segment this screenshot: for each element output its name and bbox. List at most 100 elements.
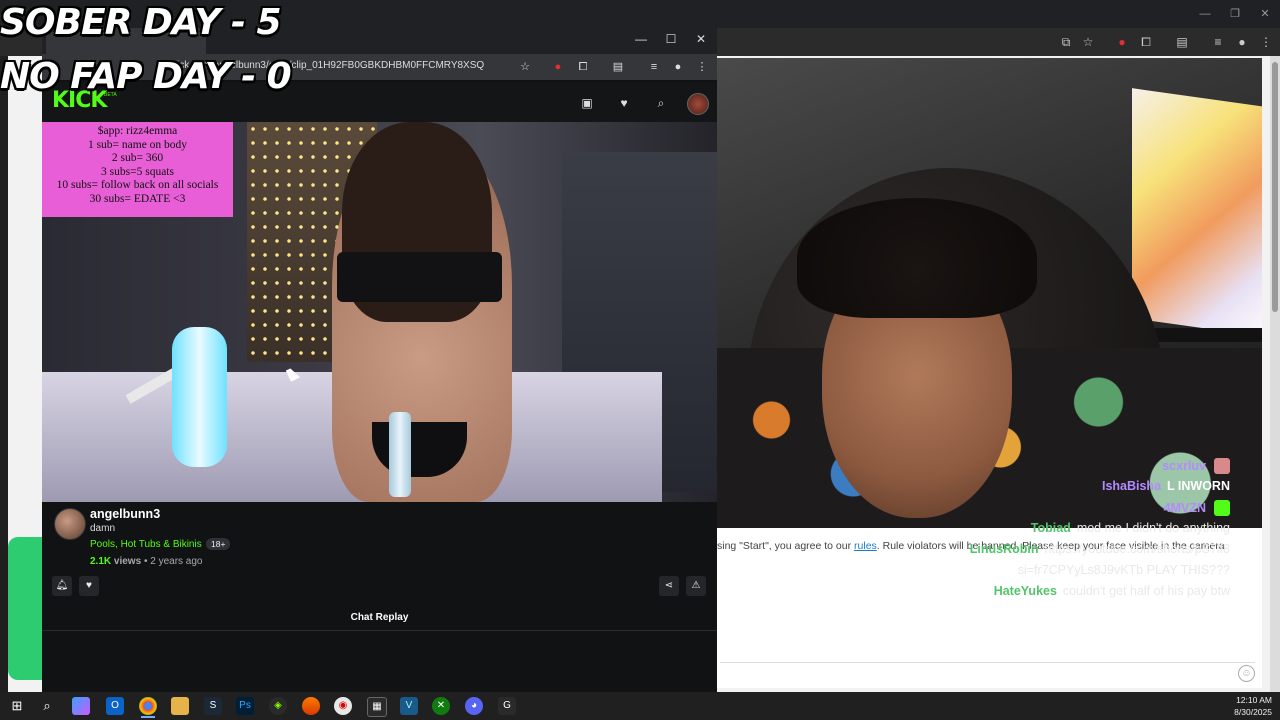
sub-goal-line: 10 subs= follow back on all socials: [56, 179, 219, 191]
chat-message: HateYukes couldn't get half of his pay b…: [994, 584, 1230, 598]
category-link[interactable]: Pools, Hot Tubs & Bikinis: [90, 539, 202, 550]
chat-username: LinusRobin: [969, 542, 1039, 556]
close-icon[interactable]: ✕: [692, 30, 710, 48]
heart-icon[interactable]: ♥: [79, 576, 99, 596]
clip-video-player[interactable]: $app: rizz4emma 1 sub= name on body 2 su…: [42, 122, 717, 502]
extension-red-icon[interactable]: ●: [550, 59, 566, 75]
browser-icon[interactable]: [302, 697, 320, 715]
view-count: 2.1K: [90, 556, 112, 567]
side-panel-icon[interactable]: ▤: [1174, 34, 1190, 50]
microphone: [172, 327, 227, 467]
emote-icon: [1214, 500, 1230, 516]
emoji-icon[interactable]: ☺: [1238, 665, 1255, 682]
chat-message: scxrluv: [1162, 458, 1230, 474]
copilot-icon[interactable]: [72, 697, 90, 715]
search-icon[interactable]: ⌕: [38, 697, 56, 715]
chat-username: scxrluv: [1162, 459, 1206, 473]
minimize-icon[interactable]: —: [1198, 7, 1212, 21]
chat-message: 4MVZN: [1164, 500, 1230, 516]
share-icon[interactable]: ⋖: [659, 576, 679, 596]
xbox-icon[interactable]: ✕: [432, 697, 450, 715]
green-card: [8, 537, 42, 680]
photoshop-icon[interactable]: Ps: [236, 697, 254, 715]
bookmark-star-icon[interactable]: ☆: [1080, 34, 1096, 50]
media-controls-icon[interactable]: ≡: [646, 59, 662, 75]
clock-date: 8/30/2025: [1234, 707, 1272, 717]
sub-goals-panel: $app: rizz4emma 1 sub= name on body 2 su…: [42, 122, 233, 217]
separator: •: [143, 556, 148, 567]
views-label: views: [113, 556, 142, 567]
chat-text: si=fr7CPYyLs8J9vKTb PLAY THIS???: [1017, 563, 1230, 577]
grok-icon[interactable]: G: [498, 697, 516, 715]
rules-prefix: sing "Start", you agree to our: [717, 540, 855, 552]
profile-avatar-icon[interactable]: ●: [670, 59, 686, 75]
chat-username: HateYukes: [993, 584, 1057, 598]
age-badge: 18+: [206, 538, 231, 550]
chat-username: IshaBisha: [1101, 479, 1162, 493]
maximize-icon[interactable]: ☐: [662, 30, 680, 48]
chat-username: 4MVZN: [1163, 501, 1206, 515]
clip-age: 2 years ago: [150, 556, 203, 567]
system-clock[interactable]: 12:10 AM 8/30/2025: [1234, 694, 1272, 718]
chat-message: LinusRobin https://youtube.com/shorts/pS…: [970, 542, 1230, 556]
close-icon[interactable]: ✕: [1258, 7, 1272, 21]
chat-text: couldn't get half of his pay btw: [1062, 584, 1230, 598]
scrollbar-thumb[interactable]: [1272, 62, 1278, 312]
steam-icon[interactable]: S: [204, 697, 222, 715]
sub-goal-line: 2 sub= 360: [111, 152, 164, 164]
notification-bell-icon[interactable]: 🔔︎: [52, 576, 72, 596]
chat-text: L INWORN: [1167, 479, 1230, 493]
discord-icon[interactable]: ◕: [465, 697, 483, 715]
media-controls-icon[interactable]: ≡: [1210, 34, 1226, 50]
file-explorer-icon[interactable]: [171, 697, 189, 715]
clip-info-panel: [42, 502, 717, 692]
user-avatar[interactable]: [687, 93, 709, 115]
restore-icon[interactable]: ❐: [1228, 7, 1242, 21]
store-icon[interactable]: ▦: [367, 697, 387, 717]
water-bottle: [389, 412, 411, 497]
chat-message: si=fr7CPYyLs8J9vKTb PLAY THIS???: [1018, 563, 1230, 577]
install-app-icon[interactable]: ⧉: [1058, 34, 1074, 50]
streamer-avatar[interactable]: [54, 508, 86, 540]
extensions-icon[interactable]: ⧠: [575, 59, 591, 75]
emote-icon: [1214, 458, 1230, 474]
extensions-icon[interactable]: ⧠: [1138, 34, 1154, 50]
chat-username: Tobiad: [1030, 521, 1071, 535]
outlook-icon[interactable]: O: [106, 697, 124, 715]
divider: [42, 630, 717, 631]
no-fap-overlay: NO FAP DAY - 0: [0, 56, 292, 97]
chrome-icon[interactable]: [139, 697, 157, 715]
windows-start-icon[interactable]: ⊞: [8, 697, 26, 715]
streamer-name[interactable]: angelbunn3: [90, 507, 160, 521]
sub-goal-line: 1 sub= name on body: [87, 138, 188, 151]
minimize-icon[interactable]: —: [632, 30, 650, 48]
chat-message: Tobiad mod me I didn't do anything: [1031, 521, 1230, 535]
chat-text: https://youtube.com/shorts/pS7lf8: [1044, 542, 1230, 556]
vegas-icon[interactable]: V: [400, 697, 418, 715]
side-panel-icon[interactable]: ▤: [610, 59, 626, 75]
streamer-top: [337, 252, 502, 302]
sober-day-overlay: SOBER DAY - 5: [0, 2, 282, 43]
extension-red-icon[interactable]: ●: [1114, 34, 1130, 50]
clock-time: 12:10 AM: [1236, 695, 1272, 705]
menu-icon[interactable]: ⋮: [1258, 34, 1274, 50]
clip-stats: 2.1K views • 2 years ago: [90, 556, 203, 567]
rules-link[interactable]: rules: [854, 540, 877, 552]
profile-avatar-icon[interactable]: ●: [1234, 34, 1250, 50]
chat-input[interactable]: [720, 662, 1255, 687]
clip-title: damn: [90, 523, 116, 534]
sub-goal-line: $app: rizz4emma: [97, 125, 178, 137]
heart-icon[interactable]: ♥: [615, 94, 633, 112]
menu-icon[interactable]: ⋮: [694, 59, 710, 75]
kick-browser-window: — ☐ ✕ kick.com/angelbunn3/clips/clip_01H…: [42, 24, 717, 692]
active-app-indicator: [141, 716, 155, 718]
bookmark-star-icon[interactable]: ☆: [517, 59, 533, 75]
chat-text: mod me I didn't do anything: [1076, 521, 1230, 535]
obs-icon[interactable]: ◉: [334, 697, 352, 715]
taskbar: [0, 692, 1280, 720]
search-icon[interactable]: ⌕: [652, 94, 670, 112]
chat-message: IshaBisha L INWORN: [1102, 479, 1230, 493]
app-icon[interactable]: ◈: [269, 697, 287, 715]
report-icon[interactable]: ⚠: [686, 576, 706, 596]
browse-icon[interactable]: ▣: [578, 94, 596, 112]
